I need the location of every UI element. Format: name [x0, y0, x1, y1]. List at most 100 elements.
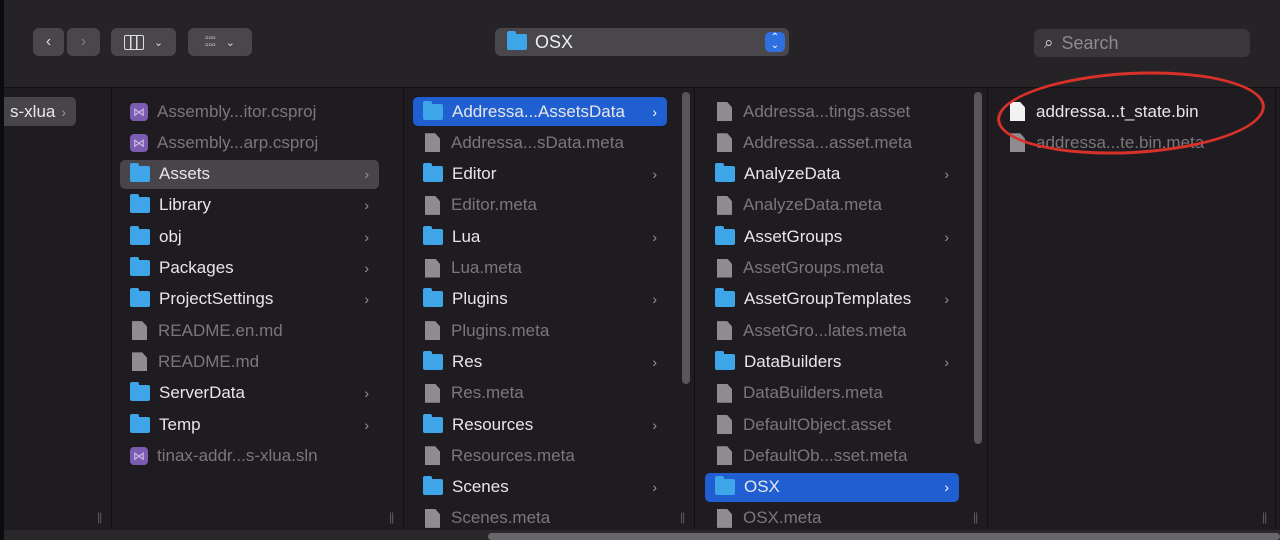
back-button[interactable]: ‹	[33, 28, 64, 56]
folder-item[interactable]: Scenes ›	[413, 473, 667, 502]
search-field[interactable]: ⌕ Search	[1034, 29, 1250, 57]
file-item[interactable]: DefaultOb...sset.meta	[705, 441, 959, 470]
visual-studio-icon: ⋈	[130, 133, 148, 152]
item-name: OSX.meta	[743, 508, 822, 528]
folder-item[interactable]: AnalyzeData ›	[705, 160, 959, 189]
folder-item[interactable]: Assets ›	[120, 159, 379, 189]
folder-icon	[423, 100, 443, 120]
document-icon	[717, 321, 732, 341]
document-icon	[132, 352, 147, 372]
folder-item[interactable]: OSX ›	[705, 472, 959, 502]
folder-icon	[423, 288, 443, 308]
folder-item[interactable]: Temp ›	[120, 410, 379, 439]
item-name: Library	[159, 195, 211, 215]
grid-icon: ▫▫▫ ▫▫▫	[205, 33, 216, 51]
item-name: DefaultOb...sset.meta	[743, 445, 908, 465]
folder-item[interactable]: AssetGroupTemplates ›	[705, 285, 959, 314]
folder-item[interactable]: Plugins ›	[413, 285, 667, 314]
item-name: Assets	[159, 164, 211, 184]
file-item[interactable]: Addressa...sData.meta	[413, 128, 667, 157]
file-item[interactable]: DataBuilders.meta	[705, 379, 959, 408]
chevron-down-icon: ⌄	[153, 36, 164, 49]
folder-item[interactable]: ProjectSettings ›	[120, 285, 379, 314]
file-item[interactable]: Scenes.meta	[413, 504, 667, 533]
column-2: Addressa...AssetsData › Addressa...sData.m…	[405, 88, 675, 528]
resize-handle[interactable]: ||	[1262, 510, 1267, 524]
folder-item[interactable]: Lua ›	[413, 222, 667, 251]
item-name: tinax-addr...s-xlua.sln	[157, 445, 318, 465]
file-item[interactable]: Res.meta	[413, 379, 667, 408]
chevron-right-icon: ›	[944, 353, 949, 370]
item-name: ServerData	[159, 383, 245, 403]
forward-button[interactable]: ›	[67, 28, 100, 56]
item-name: Scenes	[452, 477, 509, 497]
file-item[interactable]: AssetGroups.meta	[705, 254, 959, 283]
chevron-right-icon: ›	[80, 33, 87, 50]
folder-item[interactable]: obj ›	[120, 222, 379, 251]
chevron-down-icon: ⌄	[225, 36, 235, 49]
folder-item[interactable]: Res ›	[413, 347, 667, 376]
folder-item[interactable]: Packages ›	[120, 254, 379, 283]
folder-item[interactable]: DataBuilders ›	[705, 347, 959, 376]
folder-item[interactable]: s-xlua ›	[0, 97, 76, 126]
resize-handle[interactable]: ||	[389, 510, 394, 524]
file-item[interactable]: DefaultObject.asset	[705, 410, 959, 439]
file-item[interactable]: Addressa...tings.asset	[705, 97, 959, 126]
file-item[interactable]: OSX.meta	[705, 504, 959, 533]
item-name: DefaultObject.asset	[743, 414, 892, 434]
folder-icon	[423, 476, 443, 496]
view-mode-button[interactable]: ⌄	[111, 28, 176, 56]
folder-item[interactable]: Resources ›	[413, 410, 667, 439]
visual-studio-icon: ⋈	[130, 446, 148, 465]
item-name: ProjectSettings	[159, 289, 274, 309]
search-icon: ⌕	[1044, 33, 1054, 52]
file-item[interactable]: ⋈ Assembly...itor.csproj	[120, 97, 379, 126]
group-button[interactable]: ▫▫▫ ▫▫▫ ⌄	[188, 28, 252, 56]
path-popup[interactable]: OSX ⌃ ⌄	[495, 28, 789, 56]
item-name: Editor.meta	[451, 195, 537, 215]
file-item[interactable]: Lua.meta	[413, 254, 667, 283]
document-icon	[717, 383, 732, 403]
file-item[interactable]: Editor.meta	[413, 191, 667, 220]
path-title: OSX	[535, 31, 574, 52]
resize-handle[interactable]: ||	[97, 510, 102, 524]
document-icon	[425, 446, 440, 466]
folder-icon	[423, 350, 443, 370]
chevron-right-icon: ›	[652, 416, 657, 433]
file-item[interactable]: AnalyzeData.meta	[705, 191, 959, 220]
folder-item[interactable]: Editor ›	[413, 160, 667, 189]
file-item[interactable]: README.en.md	[120, 316, 379, 345]
folder-icon	[130, 413, 150, 433]
file-item[interactable]: README.md	[120, 347, 379, 376]
horizontal-scrollbar[interactable]	[488, 533, 1280, 540]
resize-handle[interactable]: ||	[973, 510, 978, 524]
item-name: AssetGroups	[744, 226, 843, 246]
item-name: Assembly...itor.csproj	[157, 101, 317, 121]
resize-handle[interactable]: ||	[680, 510, 685, 524]
file-item[interactable]: ⋈ tinax-addr...s-xlua.sln	[120, 441, 379, 470]
document-icon	[717, 415, 732, 434]
item-name: Addressa...tings.asset	[743, 101, 911, 121]
chevron-right-icon: ›	[364, 385, 369, 402]
vertical-scrollbar[interactable]	[682, 92, 690, 384]
chevron-right-icon: ›	[364, 260, 369, 276]
file-item[interactable]: Addressa...asset.meta	[705, 128, 959, 157]
document-icon	[717, 508, 732, 528]
file-item[interactable]: AssetGro...lates.meta	[705, 316, 959, 345]
folder-item[interactable]: ServerData ›	[120, 379, 379, 408]
item-name: README.md	[158, 351, 260, 371]
folder-item[interactable]: AssetGroups ›	[705, 222, 959, 251]
item-name: DataBuilders	[744, 351, 842, 371]
folder-icon	[715, 476, 735, 496]
file-item[interactable]: Plugins.meta	[413, 316, 667, 345]
folder-item[interactable]: Library ›	[120, 191, 379, 220]
item-name: Editor	[452, 164, 497, 184]
file-item[interactable]: Resources.meta	[413, 441, 667, 470]
item-name: Resources	[452, 414, 534, 434]
folder-item[interactable]: Addressa...AssetsData ›	[413, 97, 667, 126]
item-name: AssetGroups.meta	[743, 258, 884, 277]
file-item[interactable]: ⋈ Assembly...arp.csproj	[120, 128, 379, 157]
vertical-scrollbar[interactable]	[974, 92, 982, 444]
chevron-right-icon: ›	[652, 166, 657, 183]
item-name: README.en.md	[158, 320, 283, 340]
